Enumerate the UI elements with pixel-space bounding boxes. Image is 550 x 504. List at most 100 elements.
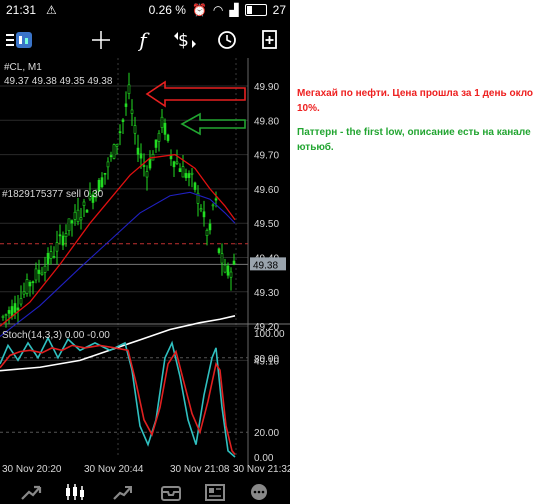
- candle-body: [136, 147, 140, 155]
- candle-body: [205, 230, 209, 236]
- candle-body: [37, 269, 41, 274]
- symbol-label: #CL, M1: [4, 62, 42, 73]
- candle-body: [13, 303, 17, 313]
- candle-body: [187, 173, 191, 178]
- svg-text:$: $: [178, 31, 189, 51]
- battery-level: 27: [272, 3, 286, 17]
- phone-screen: 21:31 ⚠ 0.26 % ⏰ ◠ ▟ 27 f $ 49.90 49.80 …: [0, 0, 290, 504]
- stoch-tick-label: 100.00: [254, 329, 285, 340]
- candle-body: [148, 159, 152, 169]
- candle-body: [43, 265, 47, 273]
- candle-body: [172, 161, 176, 168]
- candle-body: [103, 172, 107, 175]
- toolbar: f $: [0, 22, 290, 58]
- candle-body: [139, 153, 143, 159]
- price-tick-label: 49.70: [254, 151, 279, 162]
- price-tick-label: 49.50: [254, 219, 279, 230]
- stoch-label: Stoch(14,3,3) 0.00 -0.00: [2, 330, 110, 341]
- candle-body: [142, 165, 146, 167]
- candle-body: [208, 223, 212, 231]
- candle-body: [163, 122, 167, 135]
- quotes-icon[interactable]: [18, 482, 44, 504]
- price-chart[interactable]: 49.9049.8049.7049.6049.5049.4049.3049.20…: [0, 58, 290, 504]
- candle-body: [214, 198, 218, 201]
- candle-body: [52, 256, 56, 258]
- history-icon[interactable]: [158, 482, 184, 504]
- indicators-icon[interactable]: f: [128, 26, 158, 54]
- candle-body: [61, 235, 65, 246]
- annotation-notes: Мегахай по нефти. Цена прошла за 1 день …: [297, 86, 545, 155]
- alert-icon: ⚠: [46, 3, 57, 17]
- messages-icon[interactable]: [246, 482, 272, 504]
- order-label: #1829175377 sell 0.30: [2, 189, 104, 200]
- price-tick-label: 49.30: [254, 288, 279, 299]
- candle-body: [229, 271, 233, 278]
- new-order-icon[interactable]: [254, 26, 284, 54]
- candle-body: [46, 252, 50, 265]
- candle-body: [145, 171, 149, 178]
- status-bar: 21:31 ⚠ 0.26 % ⏰ ◠ ▟ 27: [0, 0, 290, 22]
- candle-body: [10, 306, 14, 317]
- candle-body: [82, 201, 86, 206]
- candle-body: [199, 208, 203, 211]
- candle-body: [157, 132, 161, 142]
- battery-percent: 0.26 %: [148, 3, 186, 17]
- candle-body: [154, 139, 158, 148]
- candle-body: [106, 161, 110, 168]
- crosshair-icon[interactable]: [86, 26, 116, 54]
- alarm-icon: ⏰: [191, 3, 207, 17]
- candle-body: [55, 242, 59, 252]
- note-red: Мегахай по нефти. Цена прошла за 1 день …: [297, 88, 534, 114]
- clock-icon[interactable]: [212, 26, 242, 54]
- candle-body: [121, 119, 125, 122]
- status-right: 0.26 % ⏰ ◠ ▟ 27: [149, 3, 286, 17]
- stoch-tick-label: 0.00: [254, 453, 274, 464]
- candle-body: [226, 265, 230, 276]
- candle-body: [76, 209, 80, 222]
- candle-body: [217, 248, 221, 253]
- candle-body: [175, 161, 179, 164]
- candle-body: [85, 209, 89, 213]
- candle-body: [112, 144, 116, 159]
- price-tick-label: 49.80: [254, 116, 279, 127]
- candle-body: [133, 125, 137, 134]
- candle-body: [73, 211, 77, 220]
- candle-body: [40, 272, 44, 275]
- candle-body: [1, 316, 5, 318]
- price-tick-label: 49.90: [254, 82, 279, 93]
- menu-icon[interactable]: [4, 26, 34, 54]
- candle-body: [184, 173, 188, 179]
- candle-body: [181, 166, 185, 178]
- candle-body: [67, 218, 71, 231]
- current-price-label: 49.38: [253, 260, 278, 271]
- candle-body: [58, 234, 62, 237]
- status-time: 21:31: [6, 3, 37, 17]
- time-tick-label: 30 Nov 20:44: [84, 464, 144, 475]
- candle-body: [223, 264, 227, 273]
- candle-body: [70, 220, 74, 224]
- candle-body: [193, 182, 197, 190]
- candle-body: [28, 282, 32, 287]
- candle-body: [124, 103, 128, 107]
- candle-body: [118, 131, 122, 133]
- candle-body: [109, 155, 113, 158]
- time-tick-label: 30 Nov 20:20: [2, 464, 62, 475]
- candle-body: [19, 298, 23, 305]
- chart-icon[interactable]: [62, 482, 88, 504]
- candle-body: [190, 172, 194, 175]
- bottom-navigation: [0, 480, 290, 504]
- symbols-icon[interactable]: $: [170, 26, 200, 54]
- candle-body: [211, 204, 215, 207]
- candle-body: [7, 310, 11, 314]
- ohlc-label: 49.37 49.38 49.35 49.38: [4, 76, 113, 87]
- news-icon[interactable]: [202, 482, 228, 504]
- price-tick-label: 49.60: [254, 185, 279, 196]
- candle-body: [49, 251, 53, 259]
- trade-icon[interactable]: [110, 482, 136, 504]
- candle-body: [16, 307, 20, 311]
- time-tick-label: 30 Nov 21:08: [170, 464, 230, 475]
- ma-fast-line: [0, 153, 236, 327]
- candle-body: [202, 211, 206, 218]
- candle-body: [25, 279, 29, 294]
- candle-body: [22, 291, 26, 295]
